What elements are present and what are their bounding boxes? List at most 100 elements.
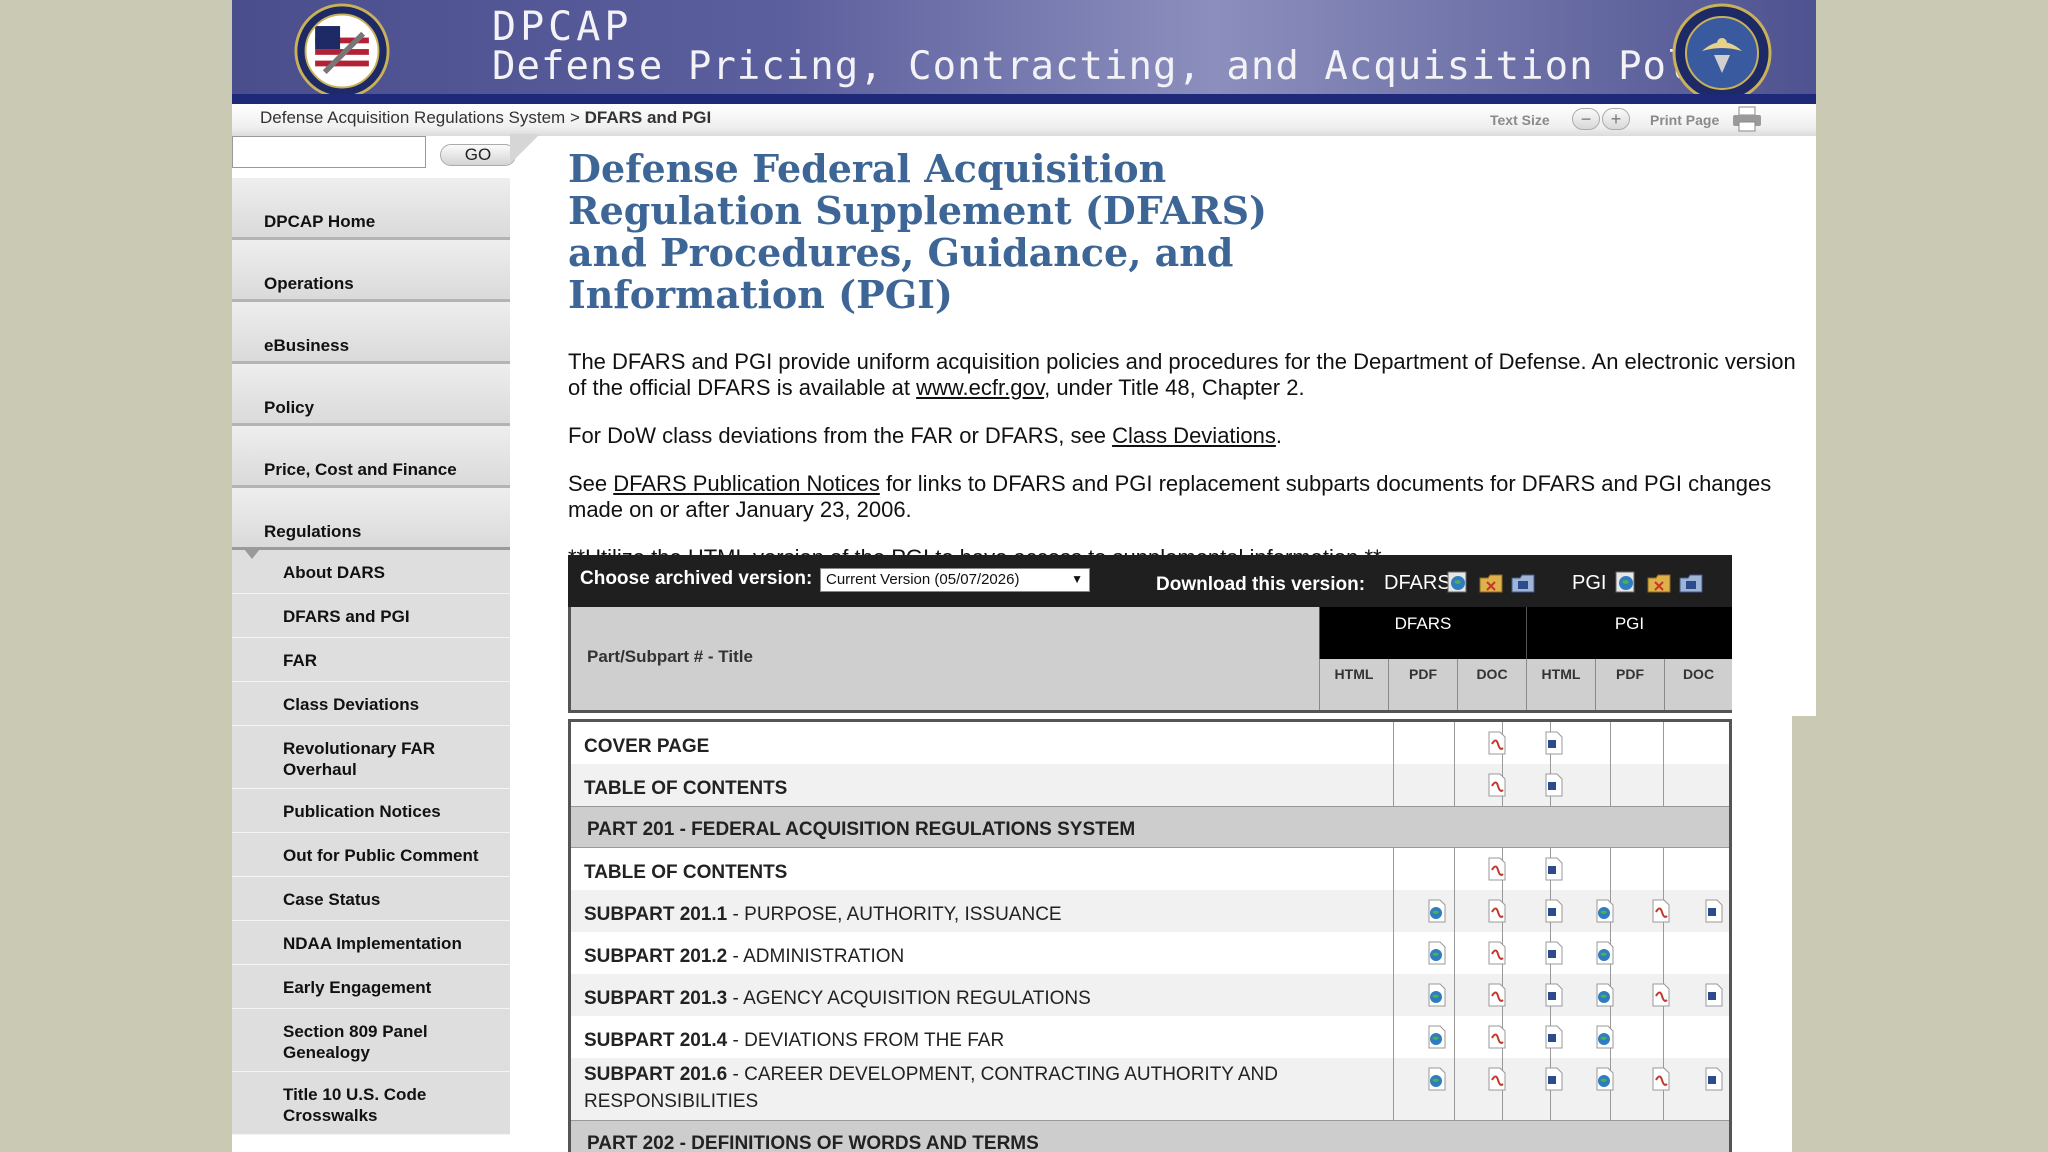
- table-column-header: Part/Subpart # - Title DFARS PGI HTML PD…: [568, 607, 1732, 713]
- sidebar-subitem-out-for-public-comment[interactable]: Out for Public Comment: [232, 833, 510, 877]
- sidebar-item-policy[interactable]: Policy: [232, 364, 510, 426]
- row-title-text: TABLE OF CONTENTS: [584, 778, 788, 799]
- dfars-html-download-icon[interactable]: [1446, 570, 1472, 594]
- sidebar-subitem-early-engagement[interactable]: Early Engagement: [232, 965, 510, 1009]
- subpart-title: - DEVIATIONS FROM THE FAR: [727, 1030, 1005, 1051]
- pdf-icon[interactable]: [1650, 1067, 1672, 1091]
- pdf-icon[interactable]: [1486, 1025, 1508, 1049]
- download-version-label: Download this version:: [1156, 574, 1366, 595]
- pgi-doc-download-icon[interactable]: [1678, 570, 1704, 594]
- html-icon[interactable]: [1594, 899, 1616, 923]
- dpcap-seal-logo[interactable]: [294, 3, 390, 99]
- html-icon[interactable]: [1594, 941, 1616, 965]
- pdf-icon[interactable]: [1486, 1067, 1508, 1091]
- doc-icon[interactable]: [1543, 857, 1565, 881]
- html-icon[interactable]: [1594, 1025, 1616, 1049]
- sidebar-subitem-publication-notices[interactable]: Publication Notices: [232, 789, 510, 833]
- sidebar-item-label: Policy: [264, 398, 315, 417]
- pdf-icon[interactable]: [1486, 857, 1508, 881]
- go-button[interactable]: GO: [440, 144, 516, 166]
- doc-icon[interactable]: [1543, 731, 1565, 755]
- table-row: COVER PAGE: [571, 722, 1729, 764]
- sidebar-subitem-title-10-crosswalks[interactable]: Title 10 U.S. Code Crosswalks: [232, 1072, 510, 1135]
- sidebar-subitem-ndaa-implementation[interactable]: NDAA Implementation: [232, 921, 510, 965]
- pgi-pdf-download-icon[interactable]: [1646, 570, 1672, 594]
- row-title[interactable]: SUBPART 201.3 - AGENCY ACQUISITION REGUL…: [584, 985, 1324, 1012]
- sidebar-subitem-about-dars[interactable]: About DARS: [232, 550, 510, 594]
- sidebar-subitem-revolutionary-far-overhaul[interactable]: Revolutionary FAR Overhaul: [232, 726, 510, 789]
- doc-icon[interactable]: [1543, 773, 1565, 797]
- html-icon[interactable]: [1426, 1067, 1448, 1091]
- subpart-number: SUBPART 201.3: [584, 988, 728, 1009]
- pdf-icon[interactable]: [1486, 899, 1508, 923]
- html-icon[interactable]: [1426, 983, 1448, 1007]
- search-input[interactable]: [232, 136, 426, 168]
- breadcrumb: Defense Acquisition Regulations System >…: [260, 108, 711, 128]
- text-size-label: Text Size: [1490, 112, 1550, 128]
- row-title[interactable]: SUBPART 201.4 - DEVIATIONS FROM THE FAR: [584, 1027, 1324, 1054]
- sidebar-item-operations[interactable]: Operations: [232, 240, 510, 302]
- html-icon[interactable]: [1426, 1025, 1448, 1049]
- row-title[interactable]: TABLE OF CONTENTS: [584, 775, 1324, 802]
- html-icon[interactable]: [1594, 1067, 1616, 1091]
- column-header-pgi-html: HTML: [1526, 659, 1595, 710]
- row-title[interactable]: SUBPART 201.2 - ADMINISTRATION: [584, 943, 1324, 970]
- dfars-doc-download-icon[interactable]: [1510, 570, 1536, 594]
- version-select[interactable]: Current Version (05/07/2026) ▼: [820, 568, 1090, 592]
- column-group-dfars: DFARS: [1319, 607, 1526, 659]
- ecfr-link[interactable]: www.ecfr.gov: [916, 375, 1044, 400]
- subpart-title: - PURPOSE, AUTHORITY, ISSUANCE: [727, 904, 1062, 925]
- deviations-paragraph: For DoW class deviations from the FAR or…: [568, 423, 1808, 449]
- printer-icon[interactable]: [1732, 106, 1762, 132]
- sidebar-item-price-cost-finance[interactable]: Price, Cost and Finance: [232, 426, 510, 488]
- print-page-label[interactable]: Print Page: [1650, 112, 1719, 128]
- doc-icon[interactable]: [1703, 1067, 1725, 1091]
- doc-icon[interactable]: [1543, 1025, 1565, 1049]
- html-icon[interactable]: [1594, 983, 1616, 1007]
- pdf-icon[interactable]: [1650, 899, 1672, 923]
- parts-table: COVER PAGE TABLE OF CONTENTS PART 201 - …: [568, 719, 1732, 1152]
- sidebar-subitem-dfars-and-pgi[interactable]: DFARS and PGI: [232, 594, 510, 638]
- pdf-icon[interactable]: [1486, 941, 1508, 965]
- table-side-shadow: [1792, 716, 1816, 1152]
- sidebar-subitem-far[interactable]: FAR: [232, 638, 510, 682]
- subpart-number: SUBPART 201.2: [584, 946, 728, 967]
- pdf-icon[interactable]: [1486, 983, 1508, 1007]
- row-title-text: TABLE OF CONTENTS: [584, 862, 788, 883]
- sidebar-item-ebusiness[interactable]: eBusiness: [232, 302, 510, 364]
- sidebar-subitem-section-809-panel-genealogy[interactable]: Section 809 Panel Genealogy: [232, 1009, 510, 1072]
- doc-icon[interactable]: [1543, 941, 1565, 965]
- class-deviations-link[interactable]: Class Deviations: [1112, 423, 1276, 448]
- pgi-html-download-icon[interactable]: [1614, 570, 1640, 594]
- table-row: TABLE OF CONTENTS: [571, 764, 1729, 806]
- version-bar: Choose archived version: Current Version…: [568, 555, 1732, 607]
- column-header-dfars-html: HTML: [1319, 659, 1388, 710]
- pdf-icon[interactable]: [1650, 983, 1672, 1007]
- text-size-decrease-button[interactable]: −: [1572, 108, 1600, 130]
- sidebar-subitem-case-status[interactable]: Case Status: [232, 877, 510, 921]
- doc-icon[interactable]: [1703, 899, 1725, 923]
- breadcrumb-parent-link[interactable]: Defense Acquisition Regulations System: [260, 108, 565, 127]
- html-icon[interactable]: [1426, 899, 1448, 923]
- sidebar-item-dpcap-home[interactable]: DPCAP Home: [232, 178, 510, 240]
- sidebar-item-regulations[interactable]: Regulations: [232, 488, 510, 559]
- row-title[interactable]: SUBPART 201.1 - PURPOSE, AUTHORITY, ISSU…: [584, 901, 1324, 928]
- doc-icon[interactable]: [1543, 1067, 1565, 1091]
- row-title[interactable]: SUBPART 201.6 - CAREER DEVELOPMENT, CONT…: [584, 1061, 1324, 1115]
- sidebar-subitem-class-deviations[interactable]: Class Deviations: [232, 682, 510, 726]
- row-title[interactable]: TABLE OF CONTENTS: [584, 859, 1324, 886]
- row-title[interactable]: COVER PAGE: [584, 733, 1324, 760]
- doc-icon[interactable]: [1543, 899, 1565, 923]
- sidebar-item-label: eBusiness: [264, 336, 350, 355]
- html-icon[interactable]: [1426, 941, 1448, 965]
- pdf-icon[interactable]: [1486, 773, 1508, 797]
- table-row: SUBPART 201.4 - DEVIATIONS FROM THE FAR: [571, 1016, 1729, 1058]
- text-size-increase-button[interactable]: +: [1602, 108, 1630, 130]
- doc-icon[interactable]: [1703, 983, 1725, 1007]
- intro-text-end: , under Title 48, Chapter 2.: [1044, 375, 1305, 400]
- table-row: TABLE OF CONTENTS: [571, 848, 1729, 890]
- dfars-pdf-download-icon[interactable]: [1478, 570, 1504, 594]
- publication-notices-link[interactable]: DFARS Publication Notices: [613, 471, 880, 496]
- pdf-icon[interactable]: [1486, 731, 1508, 755]
- doc-icon[interactable]: [1543, 983, 1565, 1007]
